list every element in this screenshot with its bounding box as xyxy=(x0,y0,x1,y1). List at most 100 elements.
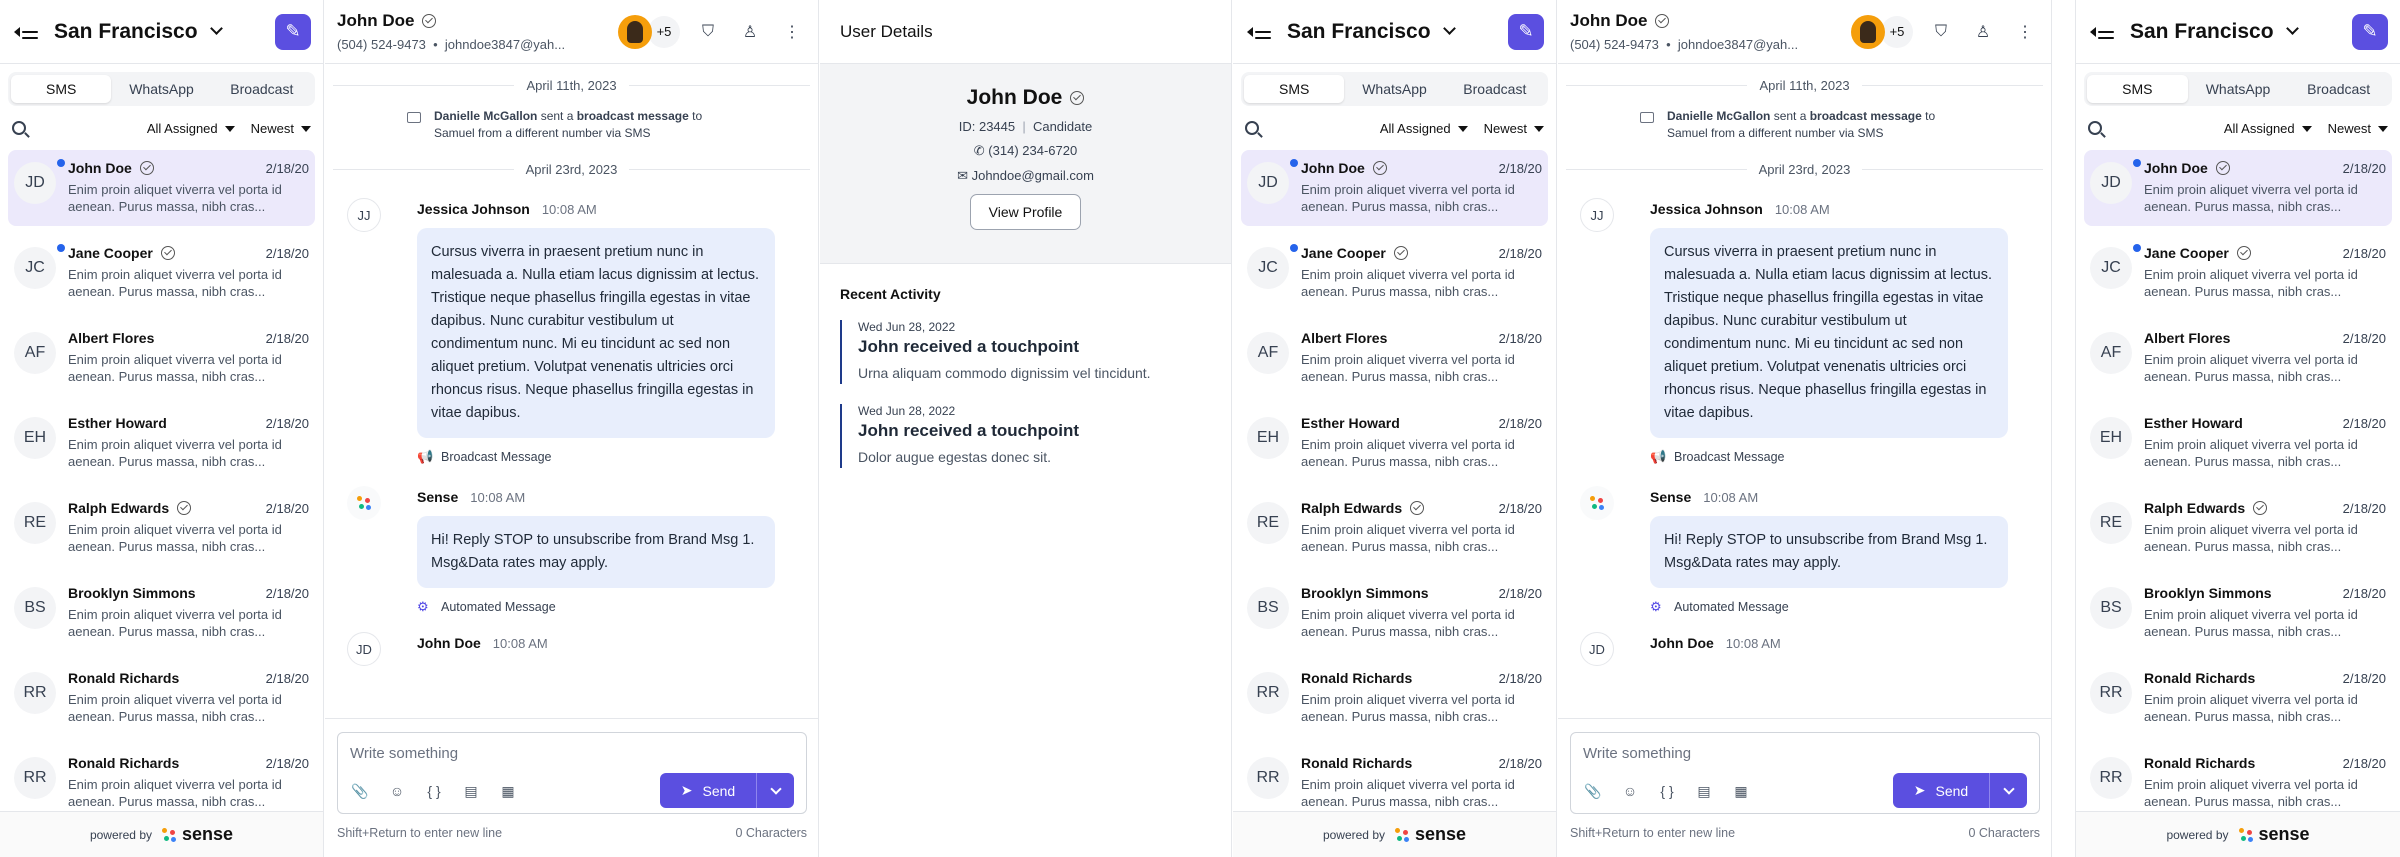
conversation-item[interactable]: RE Ralph Edwards 2/18/20 Enim proin aliquet… xyxy=(8,490,315,575)
conversation-item[interactable]: RR Ronald Richards 2/18/20 Enim proin aliqu… xyxy=(8,660,315,745)
participant-avatar[interactable] xyxy=(1851,14,1885,49)
contact-name[interactable]: John Doe xyxy=(337,11,414,31)
schedule-icon[interactable]: ▦ xyxy=(498,781,518,801)
conversation-item[interactable]: JC Jane Cooper 2/18/20 Enim proin aliquet v… xyxy=(8,235,315,320)
recent-activity-title: Recent Activity xyxy=(840,286,941,302)
message-composer[interactable]: Write something 📎 ☺ { } ▤ ▦ ➤ Send xyxy=(337,732,807,814)
more-participants-badge[interactable]: +5 xyxy=(648,15,680,48)
contact-name[interactable]: John Doe xyxy=(1570,11,1647,31)
conversation-item[interactable]: BS Brooklyn Simmons 2/18/20 Enim proin aliq… xyxy=(1241,575,1548,660)
template-icon[interactable]: ▤ xyxy=(1694,781,1714,801)
message-composer[interactable]: Write something 📎 ☺ { } ▤ ▦ ➤ Send xyxy=(1570,732,2040,814)
verified-icon xyxy=(2215,161,2230,175)
conversation-item[interactable]: JD John Doe 2/18/20 Enim proin aliquet vive… xyxy=(1241,150,1548,226)
tab-broadcast[interactable]: Broadcast xyxy=(1445,75,1545,103)
assigned-filter[interactable]: All Assigned xyxy=(1380,121,1468,136)
conversation-item[interactable]: EH Esther Howard 2/18/20 Enim proin aliquet… xyxy=(8,405,315,490)
tab-broadcast[interactable]: Broadcast xyxy=(212,75,312,103)
conversation-item[interactable]: AF Albert Flores 2/18/20 Enim proin aliquet… xyxy=(8,320,315,405)
conversation-item[interactable]: JC Jane Cooper 2/18/20 Enim proin aliquet v… xyxy=(1241,235,1548,320)
conversation-item[interactable]: RE Ralph Edwards 2/18/20 Enim proin aliquet… xyxy=(1241,490,1548,575)
bookmark-icon[interactable]: ⛉ xyxy=(1927,18,1955,46)
assigned-filter[interactable]: All Assigned xyxy=(147,121,235,136)
composer-placeholder[interactable]: Write something xyxy=(350,745,458,762)
conversation-item[interactable]: RE Ralph Edwards 2/18/20 Enim proin aliquet… xyxy=(2084,490,2392,575)
tab-whatsapp[interactable]: WhatsApp xyxy=(1344,75,1444,103)
schedule-icon[interactable]: ▦ xyxy=(1731,781,1751,801)
chevron-down-icon[interactable] xyxy=(1442,22,1456,35)
bookmark-icon[interactable]: ⛉ xyxy=(694,18,722,46)
location-selector[interactable]: San Francisco xyxy=(54,20,198,44)
message-preview: Enim proin aliquet viverra vel porta id … xyxy=(68,352,282,384)
compose-button[interactable]: ✎ xyxy=(275,13,311,50)
location-selector[interactable]: San Francisco xyxy=(1287,20,1431,44)
separator: | xyxy=(1015,119,1033,134)
contact-name: Ronald Richards xyxy=(68,670,180,686)
more-participants-badge[interactable]: +5 xyxy=(1881,15,1913,48)
tab-broadcast[interactable]: Broadcast xyxy=(2288,75,2389,103)
send-button[interactable]: ➤ Send xyxy=(660,773,756,808)
participant-avatar[interactable] xyxy=(618,14,652,49)
message-type-label: Broadcast Message xyxy=(441,450,552,464)
assigned-filter[interactable]: All Assigned xyxy=(2224,121,2312,136)
conversation-item[interactable]: AF Albert Flores 2/18/20 Enim proin aliquet… xyxy=(1241,320,1548,405)
user-icon[interactable]: ♙ xyxy=(736,18,764,46)
template-icon[interactable]: ▤ xyxy=(461,781,481,801)
event-type: broadcast message xyxy=(576,109,689,123)
conversation-item[interactable]: EH Esther Howard 2/18/20 Enim proin aliquet… xyxy=(1241,405,1548,490)
user-icon[interactable]: ♙ xyxy=(1969,18,1997,46)
composer-toolbar: 📎 ☺ { } ▤ ▦ xyxy=(350,781,535,801)
tab-whatsapp[interactable]: WhatsApp xyxy=(111,75,211,103)
message-preview: Enim proin aliquet viverra vel porta id … xyxy=(68,692,282,724)
conversation-item[interactable]: RR Ronald Richards 2/18/20 Enim proin aliqu… xyxy=(2084,660,2392,745)
conversation-item[interactable]: JD John Doe 2/18/20 Enim proin aliquet vive… xyxy=(2084,150,2392,226)
view-profile-button[interactable]: View Profile xyxy=(969,194,1082,230)
sort-filter[interactable]: Newest xyxy=(251,121,311,136)
send-options-button[interactable] xyxy=(1989,773,2027,808)
variables-icon[interactable]: { } xyxy=(424,781,444,801)
tab-sms[interactable]: SMS xyxy=(1244,75,1345,103)
more-options-icon[interactable]: ⋮ xyxy=(2011,18,2039,46)
collapse-menu-icon[interactable] xyxy=(2090,22,2116,42)
conversation-item[interactable]: EH Esther Howard 2/18/20 Enim proin aliquet… xyxy=(2084,405,2392,490)
powered-by-label: powered by xyxy=(1322,827,1385,842)
sort-filter[interactable]: Newest xyxy=(1484,121,1544,136)
attachment-icon[interactable]: 📎 xyxy=(1583,781,1603,801)
chevron-down-icon[interactable] xyxy=(209,22,223,35)
chevron-down-icon[interactable] xyxy=(2285,22,2299,35)
conversation-item[interactable]: RR Ronald Richards 2/18/20 Enim proin aliqu… xyxy=(1241,660,1548,745)
conversation-date: 2/18/20 xyxy=(2342,670,2386,686)
tab-whatsapp[interactable]: WhatsApp xyxy=(2188,75,2289,103)
conversation-item[interactable]: JD John Doe 2/18/20 Enim proin aliquet vive… xyxy=(8,150,315,226)
composer-placeholder[interactable]: Write something xyxy=(1583,745,1691,762)
message: JD John Doe 10:08 AM xyxy=(325,632,818,666)
send-button[interactable]: ➤ Send xyxy=(1893,773,1989,808)
tab-sms[interactable]: SMS xyxy=(11,75,112,103)
send-group: ➤ Send xyxy=(1893,773,2027,808)
search-icon[interactable] xyxy=(12,121,26,135)
conversation-list: JD John Doe 2/18/20 Enim proin aliquet vive… xyxy=(0,150,323,830)
collapse-menu-icon[interactable] xyxy=(14,22,40,42)
send-group: ➤ Send xyxy=(660,773,794,808)
conversation-item[interactable]: JC Jane Cooper 2/18/20 Enim proin aliquet v… xyxy=(2084,235,2392,320)
conversation-item[interactable]: AF Albert Flores 2/18/20 Enim proin aliquet… xyxy=(2084,320,2392,405)
conversation-item[interactable]: BS Brooklyn Simmons 2/18/20 Enim proin aliq… xyxy=(8,575,315,660)
brand-name: sense xyxy=(182,824,234,844)
collapse-menu-icon[interactable] xyxy=(1247,22,1273,42)
sense-logo-icon xyxy=(2238,827,2253,842)
tab-sms[interactable]: SMS xyxy=(2087,75,2188,103)
search-icon[interactable] xyxy=(1245,121,1259,135)
location-selector[interactable]: San Francisco xyxy=(2130,20,2274,44)
compose-button[interactable]: ✎ xyxy=(2352,13,2388,50)
search-icon[interactable] xyxy=(2088,121,2102,135)
emoji-icon[interactable]: ☺ xyxy=(387,781,407,801)
conversation-item[interactable]: BS Brooklyn Simmons 2/18/20 Enim proin aliq… xyxy=(2084,575,2392,660)
emoji-icon[interactable]: ☺ xyxy=(1620,781,1640,801)
compose-button[interactable]: ✎ xyxy=(1508,13,1544,50)
more-options-icon[interactable]: ⋮ xyxy=(778,18,806,46)
attachment-icon[interactable]: 📎 xyxy=(350,781,370,801)
sort-filter[interactable]: Newest xyxy=(2328,121,2388,136)
channel-tabs: SMS WhatsApp Broadcast xyxy=(2084,72,2392,106)
send-options-button[interactable] xyxy=(756,773,794,808)
variables-icon[interactable]: { } xyxy=(1657,781,1677,801)
